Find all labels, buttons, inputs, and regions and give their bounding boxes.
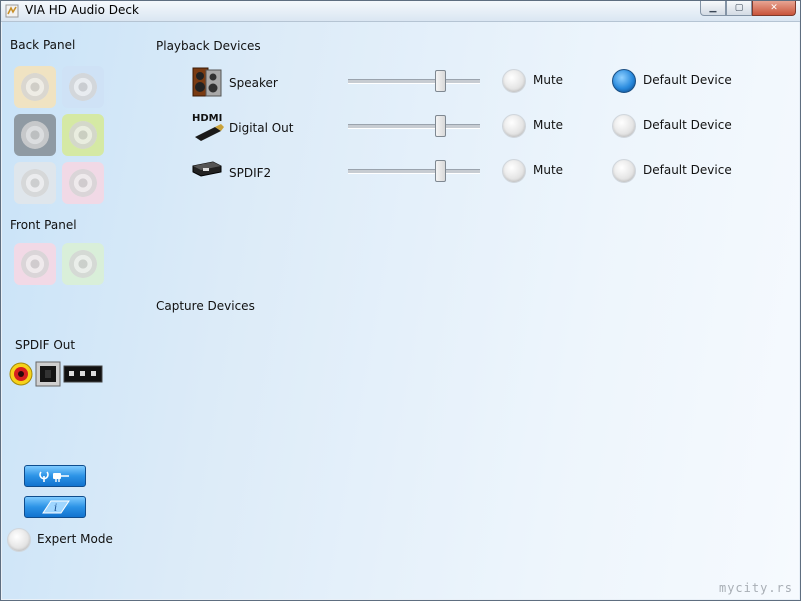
coaxial-jack-icon[interactable] [9,362,33,386]
watermark: mycity.rs [718,581,793,595]
maximize-icon: ▢ [734,3,744,13]
capture-devices-title: Capture Devices [156,299,255,313]
default-device-label: Default Device [643,118,732,132]
device-name: SPDIF2 [229,166,272,180]
connector-settings-button[interactable] [24,465,86,487]
front-jack-2[interactable] [62,243,104,285]
client-area: Back Panel Front Panel SPDIF Out i Exper… [2,22,799,599]
audio-jack-icon [21,73,49,101]
mute-label: Mute [533,73,564,87]
spdif-header-icon[interactable] [63,364,103,384]
speaker-icon[interactable] [191,66,223,101]
maximize-button[interactable]: ▢ [726,1,752,16]
front-jack-1[interactable] [14,243,56,285]
volume-slider-track[interactable] [348,79,480,84]
volume-slider-thumb[interactable] [435,160,446,182]
hdmi-icon-text: HDMI [192,113,222,124]
mute-label: Mute [533,118,564,132]
back-jack-1[interactable] [14,66,56,108]
expert-mode-radio[interactable] [7,528,31,552]
audio-jack-icon [21,121,49,149]
app-icon [5,4,19,18]
audio-jack-icon [69,121,97,149]
default-device-radio[interactable] [612,69,636,93]
window-title: VIA HD Audio Deck [25,3,139,17]
info-icon: i [42,500,70,514]
default-device-radio[interactable] [612,114,636,138]
audio-jack-icon [21,250,49,278]
back-jack-5[interactable] [14,162,56,204]
audio-jack-icon [21,169,49,197]
volume-slider-track[interactable] [348,169,480,174]
window-controls: ▁ ▢ ✕ [700,1,796,16]
title-bar[interactable]: VIA HD Audio Deck ▁ ▢ ✕ [1,1,800,22]
audio-jack-icon [69,250,97,278]
volume-slider-thumb[interactable] [435,70,446,92]
back-panel-title: Back Panel [10,38,76,52]
close-icon: ✕ [770,3,778,13]
mute-label: Mute [533,163,564,177]
information-button[interactable]: i [24,496,86,518]
default-device-radio[interactable] [612,159,636,183]
audio-jack-icon [69,73,97,101]
spdif-out-title: SPDIF Out [15,338,76,352]
minimize-button[interactable]: ▁ [700,1,726,16]
mute-radio[interactable] [502,69,526,93]
expert-mode-label: Expert Mode [37,532,113,546]
device-name: Speaker [229,76,278,90]
front-panel-title: Front Panel [10,218,77,232]
playback-devices-title: Playback Devices [156,39,261,53]
mute-radio[interactable] [502,159,526,183]
mute-radio[interactable] [502,114,526,138]
svg-text:i: i [54,503,57,514]
main-window: VIA HD Audio Deck ▁ ▢ ✕ Back Panel Front… [0,0,801,601]
back-jack-3[interactable] [14,114,56,156]
default-device-label: Default Device [643,73,732,87]
volume-slider[interactable] [348,70,480,92]
default-device-label: Default Device [643,163,732,177]
audio-jack-icon [69,169,97,197]
spdif-icon[interactable] [191,156,223,183]
hdmi-icon[interactable]: HDMI [191,111,225,144]
back-jack-4[interactable] [62,114,104,156]
volume-slider-track[interactable] [348,124,480,129]
volume-slider[interactable] [348,115,480,137]
optical-jack-icon[interactable] [35,361,61,387]
device-name: Digital Out [229,121,294,135]
close-button[interactable]: ✕ [752,1,796,16]
volume-slider-thumb[interactable] [435,115,446,137]
back-jack-2[interactable] [62,66,104,108]
minimize-icon: ▁ [709,3,717,13]
volume-slider[interactable] [348,160,480,182]
plug-wrench-icon [39,471,69,482]
back-jack-6[interactable] [62,162,104,204]
